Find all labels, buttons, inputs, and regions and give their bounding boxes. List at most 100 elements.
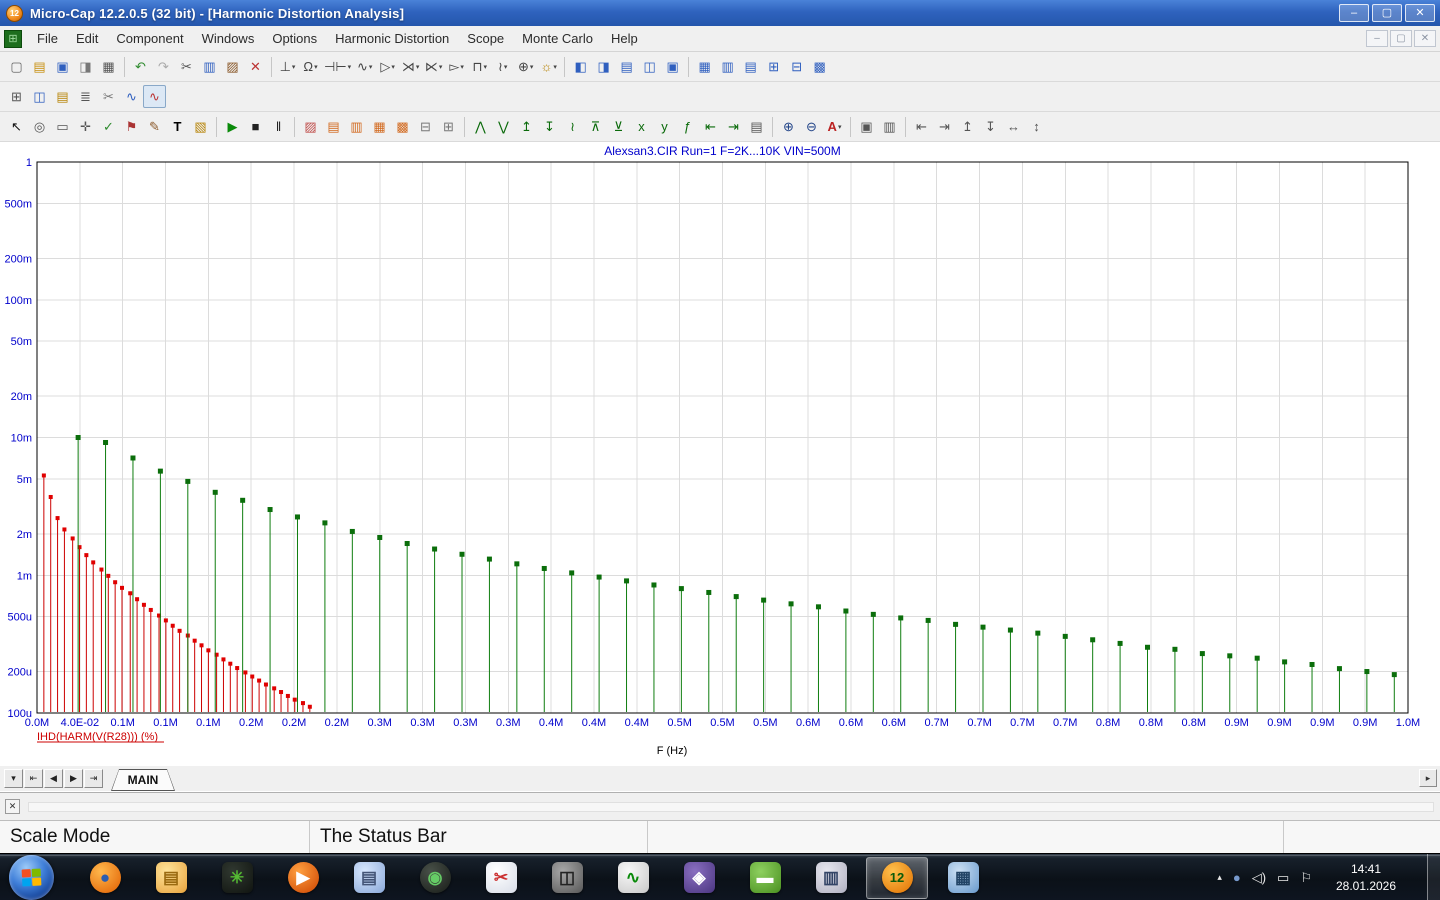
spider-player-taskbar-button[interactable]: ✳	[206, 857, 268, 899]
peak-button[interactable]: ⋀	[469, 115, 492, 138]
copy-graph-button[interactable]: ▣	[855, 115, 878, 138]
overlap-windows-button[interactable]: ⊞	[762, 55, 785, 78]
menu-file[interactable]: File	[28, 26, 67, 51]
media-player-taskbar-button[interactable]: ▶	[272, 857, 334, 899]
taskbar-clock[interactable]: 14:41 28.01.2026	[1318, 854, 1414, 900]
opamp-component-button[interactable]: ▻ ▾	[445, 55, 468, 78]
high-button[interactable]: ↥	[515, 115, 538, 138]
analysis-limits-button[interactable]: ∿	[120, 85, 143, 108]
annotation-button[interactable]: ▤	[51, 85, 74, 108]
show-desktop-button[interactable]	[1427, 854, 1440, 900]
menu-harmonic-distortion[interactable]: Harmonic Distortion	[326, 26, 458, 51]
menu-scope[interactable]: Scope	[458, 26, 513, 51]
vertical-axis-grids-button[interactable]: ⊞	[437, 115, 460, 138]
zoom-in-button[interactable]: ⊕	[777, 115, 800, 138]
distribute-vertical-button[interactable]: ↕	[1025, 115, 1048, 138]
open-circuit-button[interactable]: ▤	[28, 55, 51, 78]
animate-component-button[interactable]: ☼ ▾	[537, 55, 560, 78]
data-points-button[interactable]: ▤	[322, 115, 345, 138]
capacitor-component-button[interactable]: ⊣⊢ ▾	[322, 55, 353, 78]
tag-right-cursor-button[interactable]: ⇥	[722, 115, 745, 138]
select-mode-button[interactable]: ↖	[5, 115, 28, 138]
menu-windows[interactable]: Windows	[193, 26, 264, 51]
inflection-button[interactable]: ≀	[561, 115, 584, 138]
tab-scroll-right-button[interactable]: ▸	[1419, 769, 1437, 787]
copy-button[interactable]: ▥	[198, 55, 221, 78]
last-page-button[interactable]: ⇥	[84, 769, 103, 788]
resistor-component-button[interactable]: Ω ▾	[299, 55, 322, 78]
autoscale-button[interactable]: A ▾	[823, 115, 846, 138]
cleanup-button[interactable]: ✂	[97, 85, 120, 108]
photo-viewer-taskbar-button[interactable]: ▦	[932, 857, 994, 899]
copy-cursor-values-button[interactable]: ▥	[878, 115, 901, 138]
node-component-button[interactable]: ⊕ ▾	[514, 55, 537, 78]
valley-button[interactable]: ⋁	[492, 115, 515, 138]
display-icon[interactable]: ▭	[1277, 871, 1289, 884]
text-panel-scrollbar[interactable]	[28, 802, 1434, 812]
page-list-button[interactable]: ▾	[4, 769, 23, 788]
tile-windows-button[interactable]: ◫	[638, 55, 661, 78]
ruler-button[interactable]: ▦	[368, 115, 391, 138]
go-to-x-button[interactable]: x	[630, 115, 653, 138]
numeric-output-button[interactable]: ▤	[745, 115, 768, 138]
horizontal-axis-grids-button[interactable]: ⊟	[414, 115, 437, 138]
cut-button[interactable]: ✂	[175, 55, 198, 78]
tile-horizontal-button[interactable]: ▤	[739, 55, 762, 78]
start-button[interactable]	[9, 855, 54, 900]
tag-left-cursor-button[interactable]: ⇤	[699, 115, 722, 138]
redo-button[interactable]: ↷	[152, 55, 175, 78]
zoom-mode-button[interactable]: ✛	[74, 115, 97, 138]
global-high-button[interactable]: ⊼	[584, 115, 607, 138]
restore-button[interactable]: ▢	[1372, 4, 1402, 22]
paste-button[interactable]: ▨	[221, 55, 244, 78]
pnp-transistor-component-button[interactable]: ⋉ ▾	[422, 55, 445, 78]
stop-button[interactable]: ■	[244, 115, 267, 138]
align-right-button[interactable]: ⇥	[933, 115, 956, 138]
pan-mode-button[interactable]: ◎	[28, 115, 51, 138]
global-low-button[interactable]: ⊻	[607, 115, 630, 138]
mdi-minimize-button[interactable]: –	[1366, 30, 1388, 47]
microcap-taskbar-button[interactable]: 12	[866, 856, 928, 899]
plus-marks-button[interactable]: ▩	[391, 115, 414, 138]
print-preview-button[interactable]: ◨	[74, 55, 97, 78]
oscilloscope-taskbar-button[interactable]: ∿	[602, 857, 664, 899]
pencil-button[interactable]: ✎	[143, 115, 166, 138]
next-page-button[interactable]: ▶	[64, 769, 83, 788]
point-tag-button[interactable]: ✓	[97, 115, 120, 138]
maximize-window-button[interactable]: ⊟	[785, 55, 808, 78]
tile-vertical-button[interactable]: ▥	[716, 55, 739, 78]
npn-transistor-component-button[interactable]: ⋊ ▾	[399, 55, 422, 78]
pause-button[interactable]: ‖	[267, 115, 290, 138]
go-to-y-button[interactable]: y	[653, 115, 676, 138]
run-button[interactable]: ▶	[221, 115, 244, 138]
mdi-close-button[interactable]: ✕	[1414, 30, 1436, 47]
split-vertical-button[interactable]: ◨	[592, 55, 615, 78]
windows-explorer-taskbar-button[interactable]: ▤	[140, 857, 202, 899]
volume-icon[interactable]: ◁)	[1252, 871, 1266, 884]
print-button[interactable]: ▦	[97, 55, 120, 78]
inductor-component-button[interactable]: ∿ ▾	[353, 55, 376, 78]
minimize-button[interactable]: –	[1339, 4, 1369, 22]
align-left-button[interactable]: ⇤	[910, 115, 933, 138]
menu-help[interactable]: Help	[602, 26, 647, 51]
plot-window-button[interactable]: ∿	[143, 85, 166, 108]
text-mode-button[interactable]: T	[166, 115, 189, 138]
new-circuit-button[interactable]: ▢	[5, 55, 28, 78]
cascade-windows-button[interactable]: ▦	[693, 55, 716, 78]
menu-edit[interactable]: Edit	[67, 26, 107, 51]
djview-taskbar-button[interactable]: ◈	[668, 857, 730, 899]
pulse-source-component-button[interactable]: ⊓ ▾	[468, 55, 491, 78]
multimeter-taskbar-button[interactable]: ◫	[536, 857, 598, 899]
mdi-restore-button[interactable]: ▢	[1390, 30, 1412, 47]
zoom-out-button[interactable]: ⊖	[800, 115, 823, 138]
component-browser-button[interactable]: ▩	[808, 55, 831, 78]
firefox-taskbar-button[interactable]: ●	[74, 857, 136, 899]
save-button[interactable]: ▣	[51, 55, 74, 78]
winrar-taskbar-button[interactable]: ▥	[800, 857, 862, 899]
prev-page-button[interactable]: ◀	[44, 769, 63, 788]
delete-button[interactable]: ✕	[244, 55, 267, 78]
menu-options[interactable]: Options	[263, 26, 326, 51]
graphics-mode-button[interactable]: ▭	[51, 115, 74, 138]
first-page-button[interactable]: ⇤	[24, 769, 43, 788]
text-window-button[interactable]: ▤	[615, 55, 638, 78]
